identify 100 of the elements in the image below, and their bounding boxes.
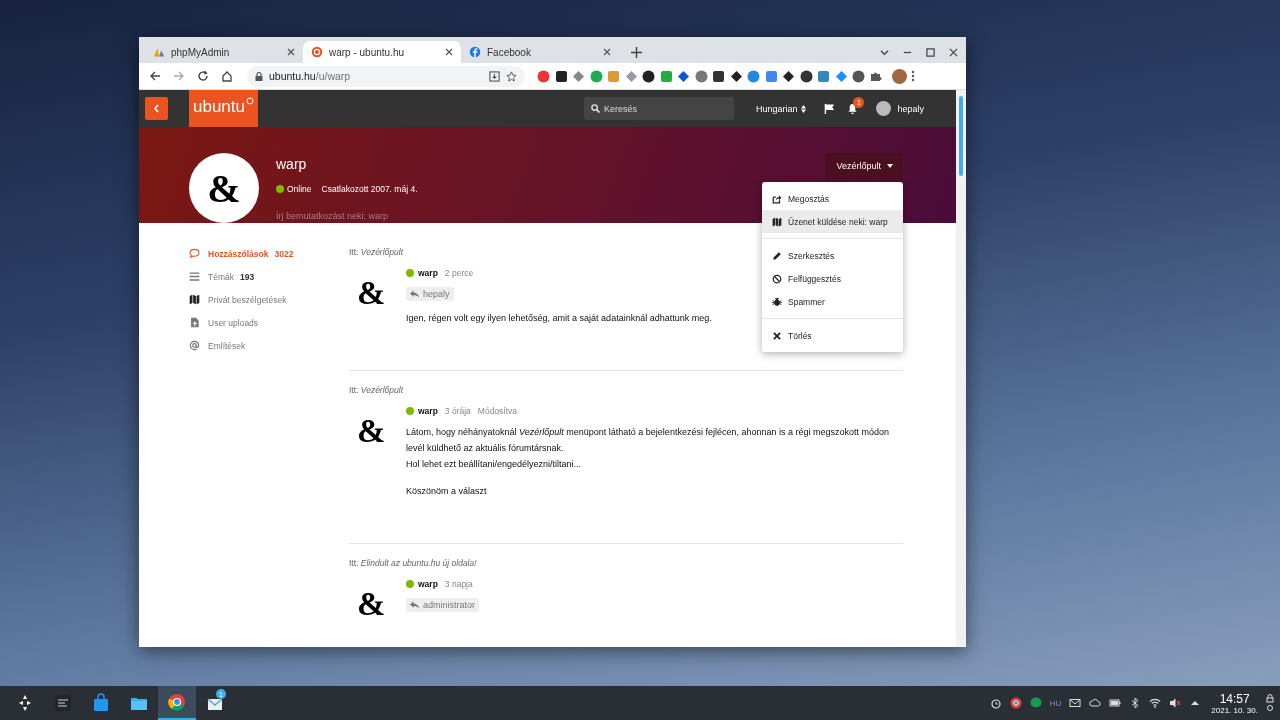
extension-icon[interactable] bbox=[677, 69, 690, 83]
profile-avatar: & bbox=[189, 153, 259, 223]
search-field[interactable]: Keresés bbox=[583, 97, 734, 120]
edited-label: Módosítva bbox=[477, 406, 518, 416]
post-author[interactable]: warp bbox=[418, 268, 438, 278]
flag-icon[interactable] bbox=[824, 103, 836, 114]
keyboard-layout[interactable]: HU bbox=[1049, 698, 1062, 708]
install-icon[interactable] bbox=[489, 70, 500, 82]
post-context: Itt: Vezérlőpult bbox=[349, 385, 404, 395]
close-icon[interactable] bbox=[949, 47, 958, 57]
chat-bubble-icon[interactable] bbox=[1029, 697, 1042, 709]
extension-icon[interactable] bbox=[852, 69, 865, 83]
post-text: Köszönöm a választ bbox=[406, 485, 488, 498]
plus-icon[interactable] bbox=[630, 46, 642, 58]
maximize-icon[interactable] bbox=[926, 47, 935, 57]
envelope-icon[interactable] bbox=[1069, 697, 1082, 709]
battery-icon[interactable] bbox=[1109, 697, 1122, 709]
post-author[interactable]: warp bbox=[418, 579, 438, 589]
menu-item[interactable]: Üzenet küldése neki: warp bbox=[762, 210, 903, 233]
chrome-icon[interactable] bbox=[167, 692, 187, 712]
post-time[interactable]: 3 napja bbox=[444, 579, 473, 589]
browser-tab[interactable]: warp - ubuntu.hu bbox=[303, 41, 461, 63]
language-selector[interactable]: Hungarian bbox=[749, 102, 813, 115]
menu-item[interactable]: Spammer bbox=[762, 290, 903, 313]
dropdown-button[interactable]: Vezérlőpult bbox=[826, 153, 903, 179]
ban-icon bbox=[772, 273, 782, 284]
kebab-menu-icon[interactable] bbox=[910, 70, 915, 82]
user-menu[interactable]: hepaly bbox=[870, 100, 930, 117]
reply-to-chip[interactable]: hepaly bbox=[406, 287, 454, 301]
sidebar-item[interactable]: Témák 193 bbox=[189, 270, 349, 283]
scrollbar[interactable] bbox=[956, 90, 966, 647]
browser-tab[interactable]: Facebook bbox=[461, 41, 619, 63]
shopping-bag-icon[interactable] bbox=[91, 693, 111, 713]
post-text: Látom, hogy néhányatoknál Vezérlőpult menüpont látható a bejelentkezési fejlécen, ahonnan is a régi megszokott módon levél küldhető az aktuális fórumtársnak. bbox=[406, 426, 890, 455]
circle-logo-icon bbox=[311, 46, 323, 58]
back-button[interactable] bbox=[145, 97, 168, 120]
close-icon[interactable] bbox=[445, 48, 453, 56]
speaker-muted-icon[interactable] bbox=[1169, 697, 1182, 709]
terminal-icon[interactable] bbox=[53, 693, 73, 713]
post-author[interactable]: warp bbox=[418, 406, 438, 416]
close-icon[interactable] bbox=[603, 48, 611, 56]
extension-icon[interactable] bbox=[712, 69, 725, 83]
reply-icon bbox=[410, 601, 419, 609]
post-time[interactable]: 2 perce bbox=[444, 268, 474, 278]
clock-time[interactable]: 14:57 bbox=[1219, 691, 1250, 706]
chrome-icon[interactable] bbox=[1009, 697, 1022, 709]
clock-date[interactable]: 2021. 10. 30. bbox=[1211, 705, 1258, 715]
lock-icon bbox=[255, 71, 263, 81]
chevron-down-icon[interactable] bbox=[880, 47, 889, 57]
join-date: Csatlakozott 2007. máj 4. bbox=[321, 184, 418, 194]
post-text: Igen, régen volt egy ilyen lehetőség, amit a saját adatainknál adhattunk meg. bbox=[406, 312, 713, 325]
logo[interactable]: ubuntu bbox=[189, 90, 258, 127]
sail-icon bbox=[153, 46, 165, 58]
post-context: Itt: Vezérlőpult bbox=[349, 247, 404, 257]
sidebar-item[interactable]: Privát beszélgetések bbox=[189, 293, 349, 306]
profile-avatar[interactable] bbox=[891, 68, 907, 84]
puzzle-icon[interactable] bbox=[869, 70, 882, 82]
menu-item[interactable]: Megosztás bbox=[762, 187, 903, 210]
map-icon bbox=[189, 294, 200, 305]
sidebar-item[interactable]: Említések bbox=[189, 339, 349, 352]
extension-icon[interactable] bbox=[799, 69, 813, 83]
browser-tab[interactable]: phpMyAdmin bbox=[145, 41, 303, 63]
post-avatar: & bbox=[356, 587, 387, 621]
star-icon[interactable] bbox=[506, 70, 517, 82]
lock-icon[interactable] bbox=[1266, 694, 1274, 712]
reply-to-chip[interactable]: administrator bbox=[406, 598, 480, 612]
sidebar-item[interactable]: User uploads bbox=[189, 316, 349, 329]
extension-icon[interactable] bbox=[729, 69, 743, 83]
sidebar-item[interactable]: Hozzászólások 3022 bbox=[189, 247, 349, 260]
chevron-left-icon bbox=[153, 104, 160, 113]
reply-icon bbox=[410, 290, 419, 298]
map-icon bbox=[772, 216, 782, 227]
url-text: ubuntu.hu/u/warp bbox=[269, 70, 351, 82]
bug-icon bbox=[772, 296, 782, 307]
caret-icon bbox=[887, 164, 893, 168]
cloud-icon[interactable] bbox=[1089, 697, 1102, 709]
sort-icon bbox=[801, 104, 807, 113]
user-avatar bbox=[876, 101, 892, 116]
post-time[interactable]: 3 órája bbox=[444, 406, 471, 416]
back-arrow-icon[interactable] bbox=[149, 70, 161, 82]
extension-icon[interactable] bbox=[554, 69, 568, 83]
close-icon[interactable] bbox=[287, 48, 295, 56]
post-text: Hol lehet ezt beállítani/engedélyezni/tiltani... bbox=[406, 458, 583, 471]
menu-item[interactable]: Szerkesztés bbox=[762, 244, 903, 267]
pencil-icon bbox=[772, 250, 782, 261]
speech-bubble-icon bbox=[189, 248, 200, 259]
home-icon[interactable] bbox=[221, 70, 233, 82]
menu-item[interactable]: Törlés bbox=[762, 324, 903, 347]
extension-icon[interactable] bbox=[642, 69, 655, 83]
profile-name: warp bbox=[276, 156, 308, 172]
address-bar[interactable]: ubuntu.hu/u/warp bbox=[247, 65, 525, 87]
extension-icon[interactable] bbox=[782, 69, 795, 83]
post-avatar: & bbox=[356, 276, 387, 313]
close-icon bbox=[772, 330, 782, 341]
reload-icon[interactable] bbox=[197, 70, 209, 82]
post-avatar: & bbox=[356, 414, 387, 451]
share-icon bbox=[772, 193, 782, 204]
wifi-icon[interactable] bbox=[1149, 697, 1162, 709]
menu-item[interactable]: Felfüggesztés bbox=[762, 267, 903, 290]
post-context: Itt: Elindult az ubuntu.hu új oldala! bbox=[349, 558, 477, 568]
